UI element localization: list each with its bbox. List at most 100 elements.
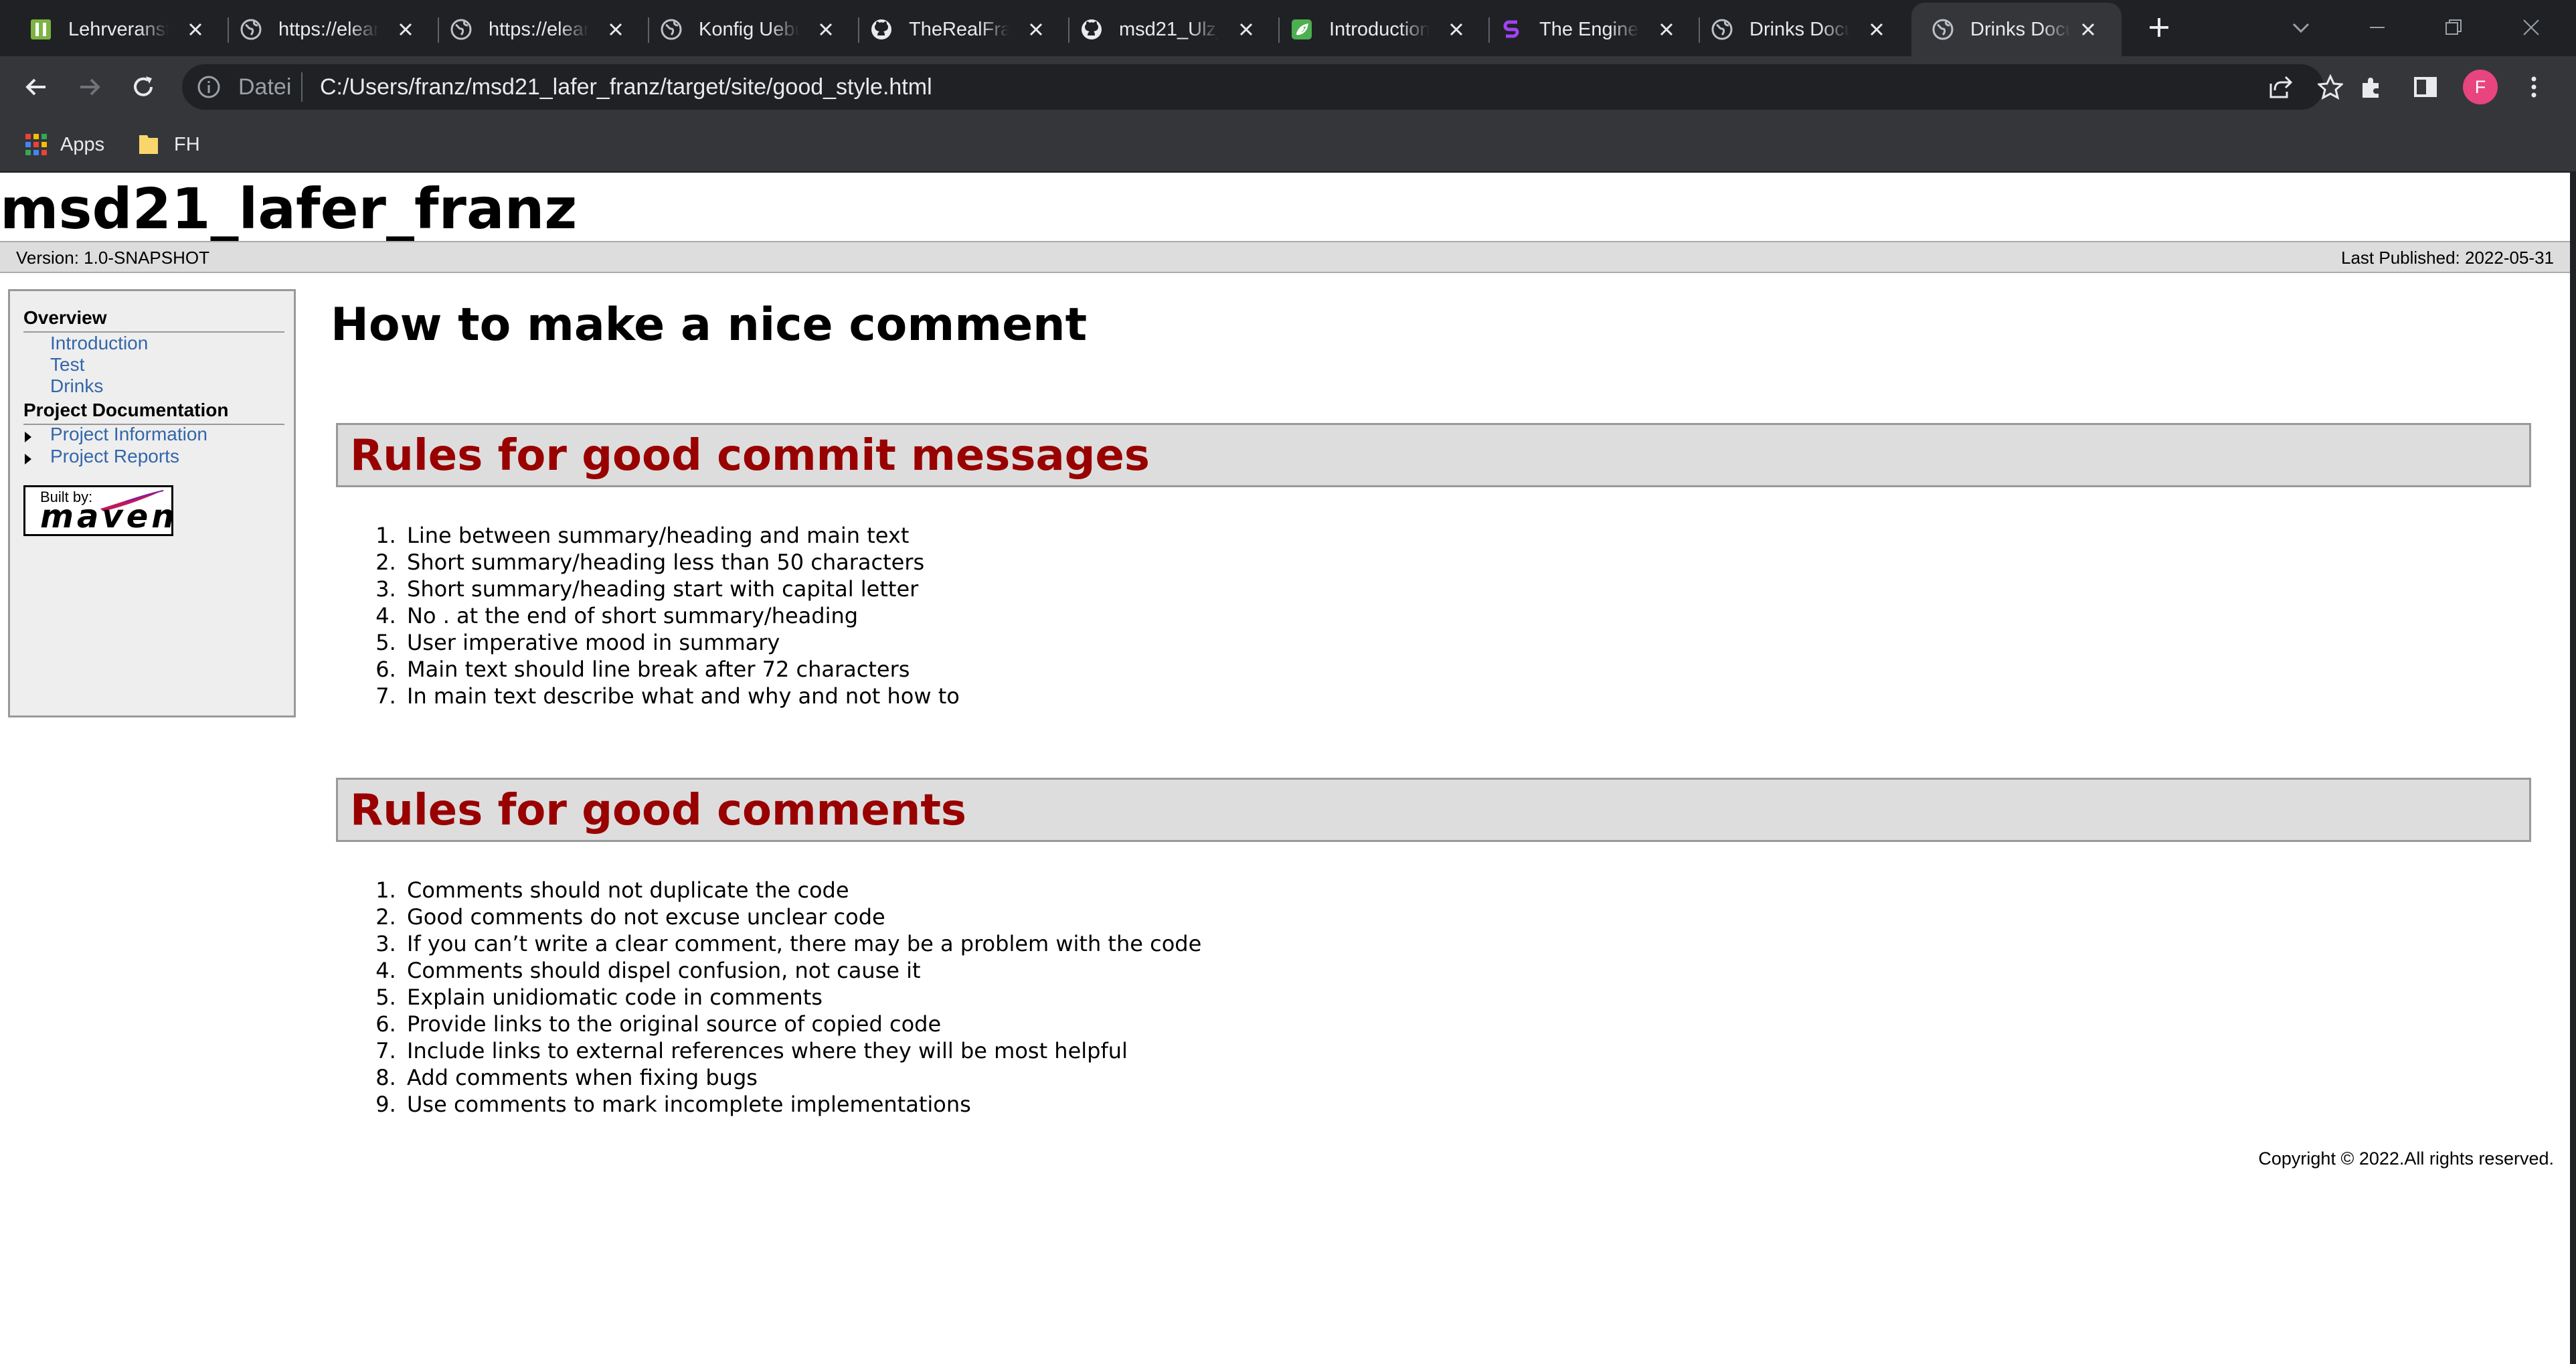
close-tab-icon[interactable] (2076, 17, 2100, 41)
built-by-maven-badge[interactable]: Built by: maven (23, 485, 174, 536)
extensions-button[interactable] (2354, 70, 2389, 104)
restore-button[interactable] (2433, 11, 2474, 44)
tab-elearning-1[interactable]: https://elearning (210, 3, 439, 56)
purple-s-icon (1500, 18, 1523, 41)
star-icon (2318, 74, 2343, 100)
file-scheme-label: Datei (238, 74, 292, 100)
tab-title: The Engineer (1539, 18, 1640, 40)
tab-title: msd21_Ulz_ (1119, 18, 1219, 40)
list-item: Comments should not duplicate the code (403, 877, 1201, 904)
project-name-banner[interactable]: msd21_lafer_franz (0, 175, 577, 242)
chevron-down-icon (2292, 23, 2310, 33)
close-tab-icon[interactable] (1234, 17, 1258, 41)
restore-icon (2445, 19, 2462, 35)
share-button[interactable] (2266, 74, 2293, 100)
browser-tab-strip: Lehrveranstaltungen https://elearning ht… (0, 0, 2576, 56)
expand-arrow-icon[interactable] (25, 432, 31, 442)
menu-link-drinks[interactable]: Drinks (50, 375, 103, 397)
tab-drinks-doc-active[interactable]: Drinks Documentation (1911, 3, 2122, 56)
section-heading-text: Rules for good comments (350, 786, 966, 835)
tab-drinks-doc-1[interactable]: Drinks Documentation (1681, 3, 1910, 56)
url-text[interactable]: C:/Users/franz/msd21_lafer_franz/target/… (320, 75, 932, 99)
address-bar[interactable]: Datei C:/Users/franz/msd21_lafer_franz/t… (182, 64, 2343, 110)
list-item: Short summary/heading start with capital… (403, 576, 960, 602)
list-item: No . at the end of short summary/heading (403, 602, 960, 629)
back-button[interactable] (19, 70, 54, 104)
close-tab-icon[interactable] (1865, 17, 1889, 41)
menu-link-test[interactable]: Test (50, 354, 84, 375)
last-published-label: Last Published: 2022-05-31 (2340, 248, 2554, 268)
close-tab-icon[interactable] (394, 17, 418, 41)
bookmark-fh-folder[interactable]: FH (137, 129, 200, 161)
close-tab-icon[interactable] (1444, 17, 1468, 41)
tab-title: Introduction (1329, 18, 1430, 40)
minimize-button[interactable] (2357, 11, 2397, 44)
window-edge (2570, 173, 2576, 1364)
list-item: Short summary/heading less than 50 chara… (403, 549, 960, 576)
expand-arrow-icon[interactable] (25, 454, 31, 464)
comment-rules-list: Comments should not duplicate the code G… (371, 877, 1201, 1118)
bookmark-label: FH (174, 133, 200, 155)
github-icon (1080, 18, 1103, 41)
menu-link-project-information[interactable]: Project Information (50, 424, 207, 445)
tab-lehrveranstaltungen[interactable]: Lehrveranstaltungen (0, 3, 229, 56)
tab-title: https://elearning (489, 18, 589, 40)
section-heading-comments: Rules for good comments (336, 778, 2531, 842)
list-item: User imperative mood in summary (403, 629, 960, 656)
bookmark-label: Apps (60, 133, 105, 155)
tab-konfig-uebung[interactable]: Konfig Uebung (630, 3, 859, 56)
forward-button[interactable] (72, 70, 107, 104)
profile-avatar[interactable]: F (2463, 70, 2498, 104)
reload-button[interactable] (126, 70, 161, 104)
globe-icon (240, 18, 262, 41)
side-panel-icon (2414, 77, 2437, 97)
list-item: Explain unidiomatic code in comments (403, 984, 1201, 1011)
back-arrow-icon (25, 78, 46, 96)
menu-link-introduction[interactable]: Introduction (50, 333, 148, 354)
github-icon (870, 18, 893, 41)
puzzle-icon (2363, 78, 2379, 98)
section-heading-text: Rules for good commit messages (350, 431, 1150, 481)
apps-grid-icon (25, 134, 47, 155)
bookmarks-bar: Apps FH (0, 118, 2576, 173)
tab-title: Lehrveranstaltungen (68, 18, 169, 40)
list-item: Line between summary/heading and main te… (403, 522, 960, 549)
globe-icon (450, 18, 473, 41)
tab-title: https://elearning (278, 18, 379, 40)
close-tab-icon[interactable] (1024, 17, 1048, 41)
tab-title: TheRealFranz (909, 18, 1009, 40)
globe-icon (660, 18, 683, 41)
folder-icon (139, 135, 158, 154)
minimize-icon (2370, 27, 2385, 28)
list-item: Add comments when fixing bugs (403, 1064, 1201, 1091)
tab-introduction[interactable]: Introduction (1261, 3, 1490, 56)
close-tab-icon[interactable] (183, 17, 207, 41)
globe-icon (1711, 18, 1733, 41)
new-tab-button[interactable] (2139, 11, 2179, 44)
info-icon[interactable] (197, 75, 221, 99)
close-window-button[interactable] (2511, 11, 2551, 44)
green-leaf-icon (1290, 18, 1313, 41)
page-title: How to make a nice comment (331, 299, 1088, 351)
list-item: Good comments do not excuse unclear code (403, 904, 1201, 930)
chrome-menu-button[interactable] (2516, 70, 2551, 104)
plus-icon (2150, 18, 2168, 37)
tab-elearning-2[interactable]: https://elearning (420, 3, 649, 56)
close-tab-icon[interactable] (814, 17, 838, 41)
tab-search-button[interactable] (2281, 11, 2321, 44)
maven-wordmark: maven (40, 498, 178, 535)
address-divider (301, 72, 303, 102)
kebab-menu-icon (2531, 76, 2537, 98)
tab-github-msd21[interactable]: msd21_Ulz_ (1051, 3, 1280, 56)
side-panel-button[interactable] (2408, 70, 2443, 104)
close-tab-icon[interactable] (604, 17, 628, 41)
menu-link-project-reports[interactable]: Project Reports (50, 446, 179, 467)
close-icon (2523, 19, 2539, 35)
list-item: Main text should line break after 72 cha… (403, 656, 960, 683)
list-item: Comments should dispel confusion, not ca… (403, 957, 1201, 984)
close-tab-icon[interactable] (1654, 17, 1679, 41)
bookmark-star-button[interactable] (2317, 74, 2344, 100)
tab-github-therealfranz[interactable]: TheRealFranz (841, 3, 1069, 56)
bookmark-apps[interactable]: Apps (24, 129, 104, 161)
tab-the-engineer[interactable]: The Engineer (1471, 3, 1700, 56)
